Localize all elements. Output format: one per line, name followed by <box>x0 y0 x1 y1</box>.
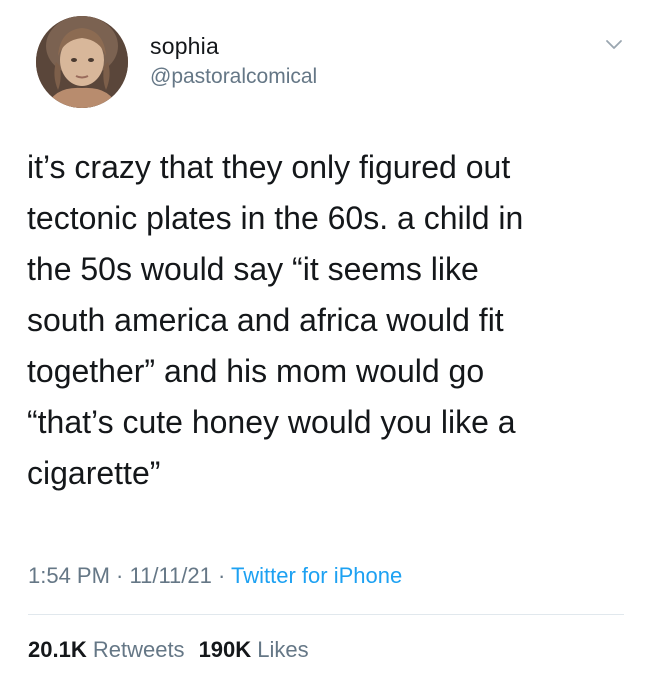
tweet-text-line: the 50s would say “it seems like <box>27 251 479 287</box>
likes-label: Likes <box>257 637 309 662</box>
tweet-text: it’s crazy that they only figured out te… <box>27 142 627 499</box>
likes-count: 190K <box>198 637 252 662</box>
meta-separator: · <box>109 563 130 588</box>
avatar[interactable] <box>36 16 128 108</box>
retweets-count: 20.1K <box>28 637 87 662</box>
user-handle[interactable]: @pastoralcomical <box>150 65 317 89</box>
tweet-text-line: cigarette” <box>27 455 161 491</box>
tweet-metadata: 1:54 PM · 11/11/21 · Twitter for iPhone <box>28 563 402 589</box>
retweets-stat[interactable]: 20.1K Retweets <box>28 637 185 662</box>
meta-separator: · <box>211 563 232 588</box>
tweet-time[interactable]: 1:54 PM <box>28 563 110 588</box>
tweet-date[interactable]: 11/11/21 <box>130 563 212 588</box>
tweet-stats: 20.1K Retweets 190K Likes <box>28 637 309 663</box>
tweet-text-line: “that’s cute honey would you like a <box>27 404 516 440</box>
likes-stat[interactable]: 190K Likes <box>199 637 309 662</box>
divider <box>28 614 624 615</box>
tweet-text-line: it’s crazy that they only figured out <box>27 149 511 185</box>
tweet-source-link[interactable]: Twitter for iPhone <box>231 563 402 588</box>
retweets-label: Retweets <box>92 637 185 662</box>
avatar-image <box>36 16 128 108</box>
chevron-down-icon[interactable] <box>601 32 627 58</box>
tweet-card: sophia @pastoralcomical it’s crazy that … <box>0 0 651 680</box>
tweet-text-line: south america and africa would fit <box>27 302 504 338</box>
tweet-text-line: tectonic plates in the 60s. a child in <box>27 200 524 236</box>
display-name[interactable]: sophia <box>150 33 219 60</box>
tweet-text-line: together” and his mom would go <box>27 353 485 389</box>
